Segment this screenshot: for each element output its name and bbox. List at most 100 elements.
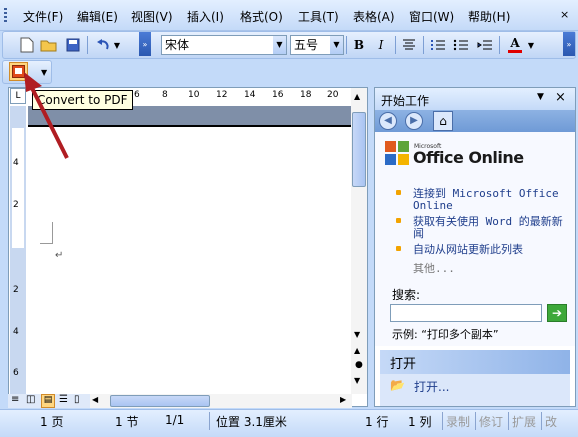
toolbar-separator [87, 36, 88, 54]
document-page[interactable] [28, 128, 350, 393]
status-separator [209, 412, 210, 430]
forward-icon[interactable]: ▶ [405, 112, 423, 130]
search-example: 示例: “打印多个副本” [392, 328, 499, 341]
toolbar-options-icon[interactable]: » [563, 32, 575, 56]
menu-format[interactable]: 格式(O) [240, 8, 283, 25]
open-section-title: 打开 [390, 357, 417, 372]
menu-edit[interactable]: 编辑(E) [77, 8, 118, 25]
menu-help[interactable]: 帮助(H) [468, 8, 510, 25]
ruler-tick: 14 [244, 90, 256, 100]
status-track-changes[interactable]: 修订 [479, 413, 503, 430]
bullet-icon [396, 218, 401, 223]
link-connect-office-online[interactable]: 连接到 Microsoft Office Online [413, 188, 573, 212]
menu-table[interactable]: 表格(A) [353, 8, 395, 25]
toolbar: ▼ » 宋体 ▼ 五号 ▼ B I A ▼ » [2, 31, 576, 59]
margin-corner-mark [40, 222, 53, 244]
search-input[interactable] [390, 304, 542, 322]
link-auto-update[interactable]: 自动从网站更新此列表 [413, 244, 573, 256]
open-folder-icon[interactable] [39, 35, 59, 55]
bold-button[interactable]: B [349, 35, 369, 55]
close-icon[interactable]: × [555, 90, 566, 105]
undo-icon[interactable] [93, 35, 113, 55]
font-size-value: 五号 [294, 38, 319, 52]
toolbar-separator [395, 36, 396, 54]
status-page-of: 1/1 [165, 413, 185, 427]
ruler-tick: 16 [272, 90, 284, 100]
ruler-tick: 2 [13, 200, 19, 210]
menu-tools[interactable]: 工具(T) [298, 8, 339, 25]
open-section-body: 📂 打开... [380, 374, 570, 406]
font-size-select[interactable]: 五号 ▼ [290, 35, 344, 55]
status-extend[interactable]: 扩展 [512, 413, 536, 430]
horizontal-scroll-thumb[interactable] [110, 395, 210, 407]
status-page: 1 页 [40, 415, 64, 429]
save-icon[interactable] [63, 35, 83, 55]
menu-file[interactable]: 文件(F) [23, 8, 63, 25]
ruler-tick: 6 [134, 90, 140, 100]
menu-window[interactable]: 窗口(W) [409, 8, 454, 25]
status-overtype[interactable]: 改 [545, 413, 557, 430]
menu-insert[interactable]: 插入(I) [187, 8, 224, 25]
status-position: 位置 3.1厘米 [216, 415, 287, 429]
reading-view-icon[interactable]: ▯ [74, 394, 80, 405]
menu-grip[interactable] [4, 8, 7, 24]
task-pane-title: 开始工作 [381, 94, 430, 108]
vertical-scroll-thumb[interactable] [352, 112, 366, 187]
home-icon[interactable]: ⌂ [433, 111, 453, 131]
logo-office-online-text: Office Online [413, 148, 524, 167]
bullet-icon [396, 246, 401, 251]
toolbar-options-icon[interactable]: » [139, 32, 151, 56]
print-view-icon[interactable]: ▤ [41, 394, 55, 408]
toolbar-separator [499, 36, 500, 54]
scroll-right-icon[interactable]: ▶ [340, 395, 346, 404]
font-color-glyph: A [510, 36, 520, 50]
back-icon[interactable]: ◀ [379, 112, 397, 130]
ruler-tick: 4 [13, 327, 19, 337]
menu-bar: 文件(F) 编辑(E) 视图(V) 插入(I) 格式(O) 工具(T) 表格(A… [0, 0, 578, 31]
task-pane-header: 开始工作 ▼ × [375, 88, 575, 110]
undo-dropdown-icon[interactable]: ▼ [111, 35, 123, 55]
bullet-list-icon[interactable] [451, 35, 471, 55]
ruler-tick: 6 [13, 368, 19, 378]
menu-view[interactable]: 视图(V) [131, 8, 173, 25]
chevron-down-icon[interactable]: ▼ [330, 36, 343, 54]
search-label: 搜索: [392, 288, 421, 302]
previous-page-icon[interactable]: ▲ [354, 346, 360, 355]
status-separator [475, 412, 476, 430]
link-latest-news[interactable]: 获取有关使用 Word 的最新新闻 [413, 216, 573, 240]
scroll-up-icon[interactable]: ▲ [354, 92, 360, 101]
normal-view-icon[interactable]: ≡ [11, 394, 19, 405]
next-page-icon[interactable]: ▼ [354, 376, 360, 385]
open-section-header: 打开 [380, 350, 570, 374]
new-document-icon[interactable] [17, 35, 37, 55]
ruler-tick: 4 [13, 158, 19, 168]
status-section: 1 节 [115, 415, 139, 429]
open-file-link[interactable]: 打开... [414, 378, 449, 395]
search-go-icon[interactable]: ➔ [547, 304, 567, 322]
chevron-down-icon[interactable]: ▼ [525, 35, 537, 55]
italic-button[interactable]: I [371, 35, 391, 55]
outline-view-icon[interactable]: ☰ [59, 394, 68, 405]
bullet-icon [396, 190, 401, 195]
scroll-down-icon[interactable]: ▼ [354, 330, 360, 339]
font-color-button[interactable]: A [505, 35, 525, 55]
numbered-list-icon[interactable] [428, 35, 448, 55]
red-arrow-annotation [24, 72, 69, 159]
task-pane-nav: ◀ ▶ ⌂ [375, 110, 575, 132]
status-record[interactable]: 录制 [446, 413, 470, 430]
task-pane-menu-icon[interactable]: ▼ [537, 92, 544, 102]
web-view-icon[interactable]: ◫ [26, 394, 35, 405]
chevron-down-icon[interactable]: ▼ [273, 36, 286, 54]
indent-icon[interactable] [475, 35, 495, 55]
scroll-left-icon[interactable]: ◀ [92, 395, 98, 404]
office-logo-icon [384, 140, 410, 166]
font-color-swatch [508, 50, 522, 53]
font-name-select[interactable]: 宋体 ▼ [161, 35, 287, 55]
close-document-icon[interactable]: × [560, 8, 569, 21]
status-separator [442, 412, 443, 430]
link-more[interactable]: 其他... [413, 263, 573, 275]
browse-object-icon[interactable]: ● [355, 360, 363, 370]
ruler-tick: 12 [216, 90, 228, 100]
font-name-value: 宋体 [165, 38, 190, 52]
align-center-icon[interactable] [399, 35, 419, 55]
